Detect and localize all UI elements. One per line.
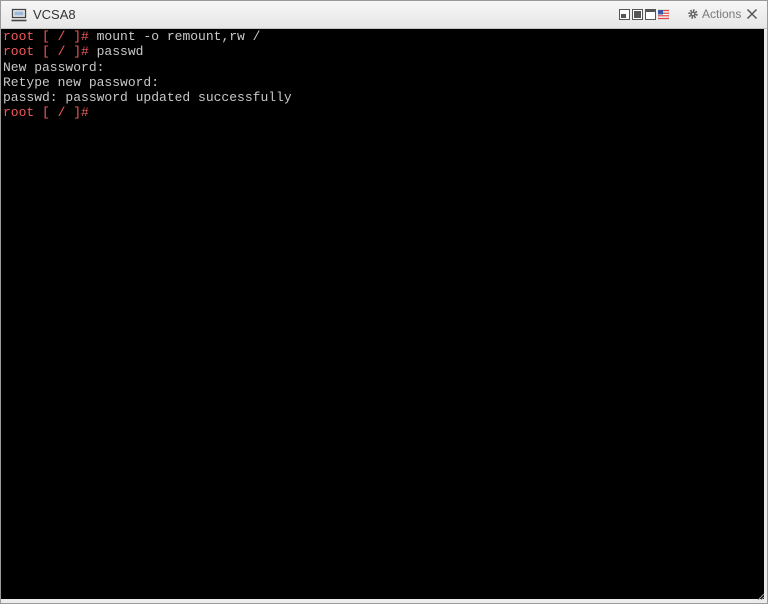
- keyboard-language-icon[interactable]: [658, 9, 669, 20]
- console-line: passwd: password updated successfully: [1, 90, 764, 105]
- console-text: passwd: [88, 44, 144, 60]
- virtual-machine-icon: [11, 8, 27, 22]
- gear-icon: [688, 9, 698, 19]
- fit-window-icon[interactable]: [632, 9, 643, 20]
- console-line: root [ / ]# mount -o remount,rw /: [1, 29, 764, 44]
- console-line: root [ / ]# passwd: [1, 44, 764, 59]
- actions-label: Actions: [702, 7, 742, 21]
- toolbar-icons: [619, 9, 669, 20]
- console-text: Retype new password:: [3, 74, 160, 90]
- actions-menu[interactable]: Actions: [687, 7, 741, 21]
- console-line: root [ / ]#: [1, 105, 764, 120]
- console-text: mount -o remount,rw /: [88, 29, 261, 44]
- fullscreen-icon[interactable]: [645, 9, 656, 20]
- title-bar: VCSA8 Actions: [1, 1, 767, 29]
- shell-prompt: root [ / ]#: [3, 29, 89, 44]
- console-window: VCSA8 Actions root [/]# mount -o remou…: [0, 0, 768, 604]
- console-screen[interactable]: root [ / ]# mount -o remount,rw / root […: [1, 29, 767, 599]
- console-text: passwd: password updated successfully: [3, 90, 292, 106]
- console-line: New password:: [1, 60, 764, 75]
- console-text: New password:: [3, 59, 105, 75]
- resize-grip-icon[interactable]: [757, 593, 765, 601]
- window-title: VCSA8: [33, 7, 76, 22]
- console-line: Retype new password:: [1, 75, 764, 90]
- close-icon[interactable]: [746, 7, 758, 21]
- send-ctrl-alt-del-icon[interactable]: [619, 9, 630, 20]
- shell-prompt: root [ / ]#: [3, 105, 89, 121]
- shell-prompt: root [ / ]#: [3, 44, 89, 60]
